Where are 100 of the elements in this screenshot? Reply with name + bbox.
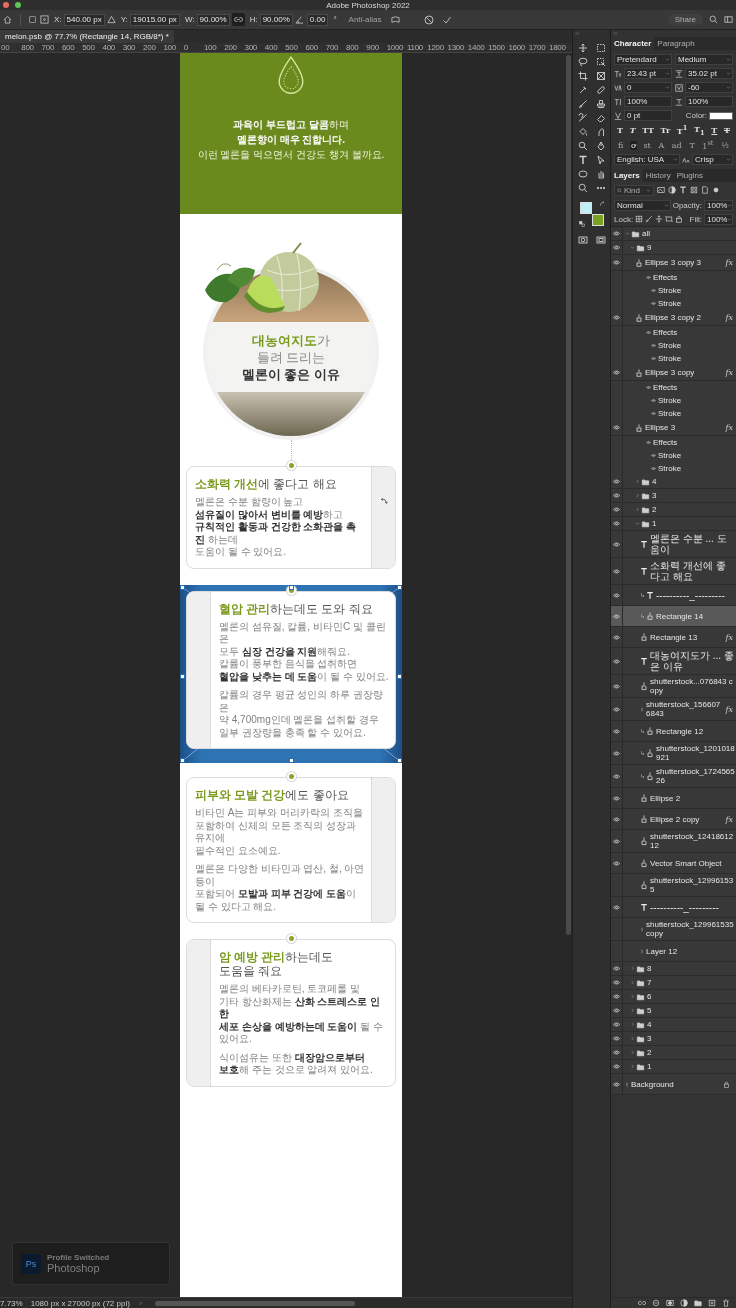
tracking-dropdown[interactable]: -60 xyxy=(685,82,733,93)
visibility-toggle[interactable] xyxy=(611,489,623,502)
zoom-icon[interactable] xyxy=(577,183,588,193)
layer-row[interactable]: 8 xyxy=(611,962,736,976)
type-icon[interactable] xyxy=(577,155,588,165)
visibility-toggle[interactable] xyxy=(611,1046,623,1059)
selection-icon[interactable] xyxy=(595,57,606,67)
opentype-button[interactable]: 1$^{st}$ xyxy=(701,139,715,151)
visibility-toggle[interactable] xyxy=(611,1032,623,1045)
zoom-level[interactable]: 7.73% xyxy=(0,1298,23,1308)
visibility-toggle[interactable] xyxy=(611,531,623,557)
visibility-toggle[interactable] xyxy=(611,1074,623,1094)
blend-mode-dropdown[interactable]: Normal xyxy=(614,199,671,211)
transform-handle[interactable] xyxy=(180,584,185,590)
panel-tab[interactable]: Plugins xyxy=(673,169,706,182)
layer-row[interactable]: 1 xyxy=(611,517,736,531)
frame-icon[interactable] xyxy=(595,71,606,81)
smart-object-filter-icon[interactable] xyxy=(701,186,709,194)
eye-icon[interactable] xyxy=(651,301,656,306)
ellipse-icon[interactable] xyxy=(577,169,588,179)
eraser-icon[interactable] xyxy=(595,113,606,123)
text-style-button[interactable]: T xyxy=(629,125,636,135)
transform-handle[interactable] xyxy=(397,673,402,679)
eyedropper-icon[interactable] xyxy=(577,85,588,95)
transform-handle[interactable] xyxy=(180,758,185,763)
leading-dropdown[interactable]: 35.02 pt xyxy=(685,68,733,79)
type-filter-icon[interactable] xyxy=(679,186,687,194)
eye-icon[interactable] xyxy=(651,466,656,471)
warp-icon[interactable] xyxy=(391,15,401,24)
visibility-toggle[interactable] xyxy=(611,742,623,764)
stamp-icon[interactable] xyxy=(595,99,606,109)
layer-row[interactable]: 4 xyxy=(611,475,736,489)
opentype-button[interactable]: st xyxy=(642,140,652,150)
layer-row[interactable]: 9 xyxy=(611,241,736,255)
history-brush-icon[interactable] xyxy=(577,113,588,123)
visibility-toggle[interactable] xyxy=(611,698,623,720)
layer-row[interactable]: shutterstock...076843 copy xyxy=(611,675,736,698)
visibility-toggle[interactable] xyxy=(611,503,623,516)
hand-icon[interactable] xyxy=(595,169,606,179)
eye-icon[interactable] xyxy=(651,288,656,293)
document-tab[interactable]: melon.psb @ 77.7% (Rectangle 14, RGB/8*) * xyxy=(0,30,174,43)
visibility-toggle[interactable] xyxy=(611,853,623,873)
opentype-button[interactable]: T xyxy=(688,140,696,150)
panel-tab[interactable]: Paragraph xyxy=(654,37,698,50)
scroll-thumb[interactable] xyxy=(566,55,571,935)
bandage-icon[interactable] xyxy=(595,85,606,95)
text-style-button[interactable]: T xyxy=(711,125,718,135)
visibility-toggle[interactable] xyxy=(611,765,623,787)
cancel-icon[interactable] xyxy=(424,14,435,25)
eye-icon[interactable] xyxy=(646,385,651,390)
layer-row[interactable]: 대농여지도가 ... 좋은 이유 xyxy=(611,648,736,675)
layer-row[interactable]: shutterstock_129961535 xyxy=(611,874,736,897)
lock-icon[interactable] xyxy=(675,215,684,223)
visibility-toggle[interactable] xyxy=(611,558,623,584)
layer-row[interactable]: Ellipse 3 copy 2 fx xyxy=(611,310,736,326)
close-button[interactable] xyxy=(3,2,9,8)
eye-icon[interactable] xyxy=(651,356,656,361)
layer-row[interactable]: 6 xyxy=(611,990,736,1004)
font-family-dropdown[interactable]: Pretendard xyxy=(614,54,672,65)
anti-alias-dropdown[interactable]: Crisp xyxy=(692,154,733,165)
layer-row[interactable]: 소화력 개선에 좋다고 해요 xyxy=(611,558,736,585)
text-style-button[interactable]: T$_{1}$ xyxy=(694,123,705,137)
layer-row[interactable]: 5 xyxy=(611,1004,736,1018)
font-style-dropdown[interactable]: Medium xyxy=(675,54,733,65)
layer-row[interactable]: Background xyxy=(611,1074,736,1095)
mask-icon[interactable] xyxy=(666,1299,674,1307)
add-layer-icon[interactable] xyxy=(708,1299,716,1307)
layer-row[interactable]: 3 xyxy=(611,1032,736,1046)
language-dropdown[interactable]: English: USA xyxy=(614,154,681,165)
workspace-icon[interactable] xyxy=(724,15,733,24)
visibility-toggle[interactable] xyxy=(611,990,623,1003)
visibility-toggle[interactable] xyxy=(611,606,623,626)
visibility-toggle[interactable] xyxy=(611,310,623,325)
layer-row[interactable]: Ellipse 2 xyxy=(611,788,736,809)
link-toggle[interactable] xyxy=(231,13,245,26)
eye-icon[interactable] xyxy=(646,275,651,280)
visibility-toggle[interactable] xyxy=(611,517,623,530)
layer-row[interactable]: Ellipse 2 copy fx xyxy=(611,809,736,830)
text-style-button[interactable]: T$^{1}$ xyxy=(676,124,688,136)
eye-icon[interactable] xyxy=(651,398,656,403)
shape-filter-icon[interactable] xyxy=(690,186,698,194)
layer-row[interactable]: 1 xyxy=(611,1060,736,1074)
layer-row[interactable]: 3 xyxy=(611,489,736,503)
visibility-toggle[interactable] xyxy=(611,1018,623,1031)
layer-row[interactable]: Rectangle 13 fx xyxy=(611,627,736,648)
fill-dropdown[interactable]: 100% xyxy=(704,213,733,225)
visibility-toggle[interactable] xyxy=(611,1060,623,1073)
layer-row[interactable]: Layer 12 xyxy=(611,941,736,962)
eye-icon[interactable] xyxy=(651,343,656,348)
value-field[interactable]: 100% xyxy=(624,96,672,107)
layer-row[interactable]: shutterstock_1201018921 xyxy=(611,742,736,765)
visibility-toggle[interactable] xyxy=(611,788,623,808)
text-style-button[interactable]: T xyxy=(723,125,730,135)
value-field[interactable]: 100% xyxy=(685,96,733,107)
layer-row[interactable]: shutterstock_1241861212 xyxy=(611,830,736,853)
opentype-button[interactable]: A xyxy=(657,140,666,150)
bucket-icon[interactable] xyxy=(577,127,588,137)
panel-tab[interactable]: Character xyxy=(611,37,655,50)
reset-colors-icon[interactable] xyxy=(578,221,585,227)
eye-icon[interactable] xyxy=(646,330,651,335)
